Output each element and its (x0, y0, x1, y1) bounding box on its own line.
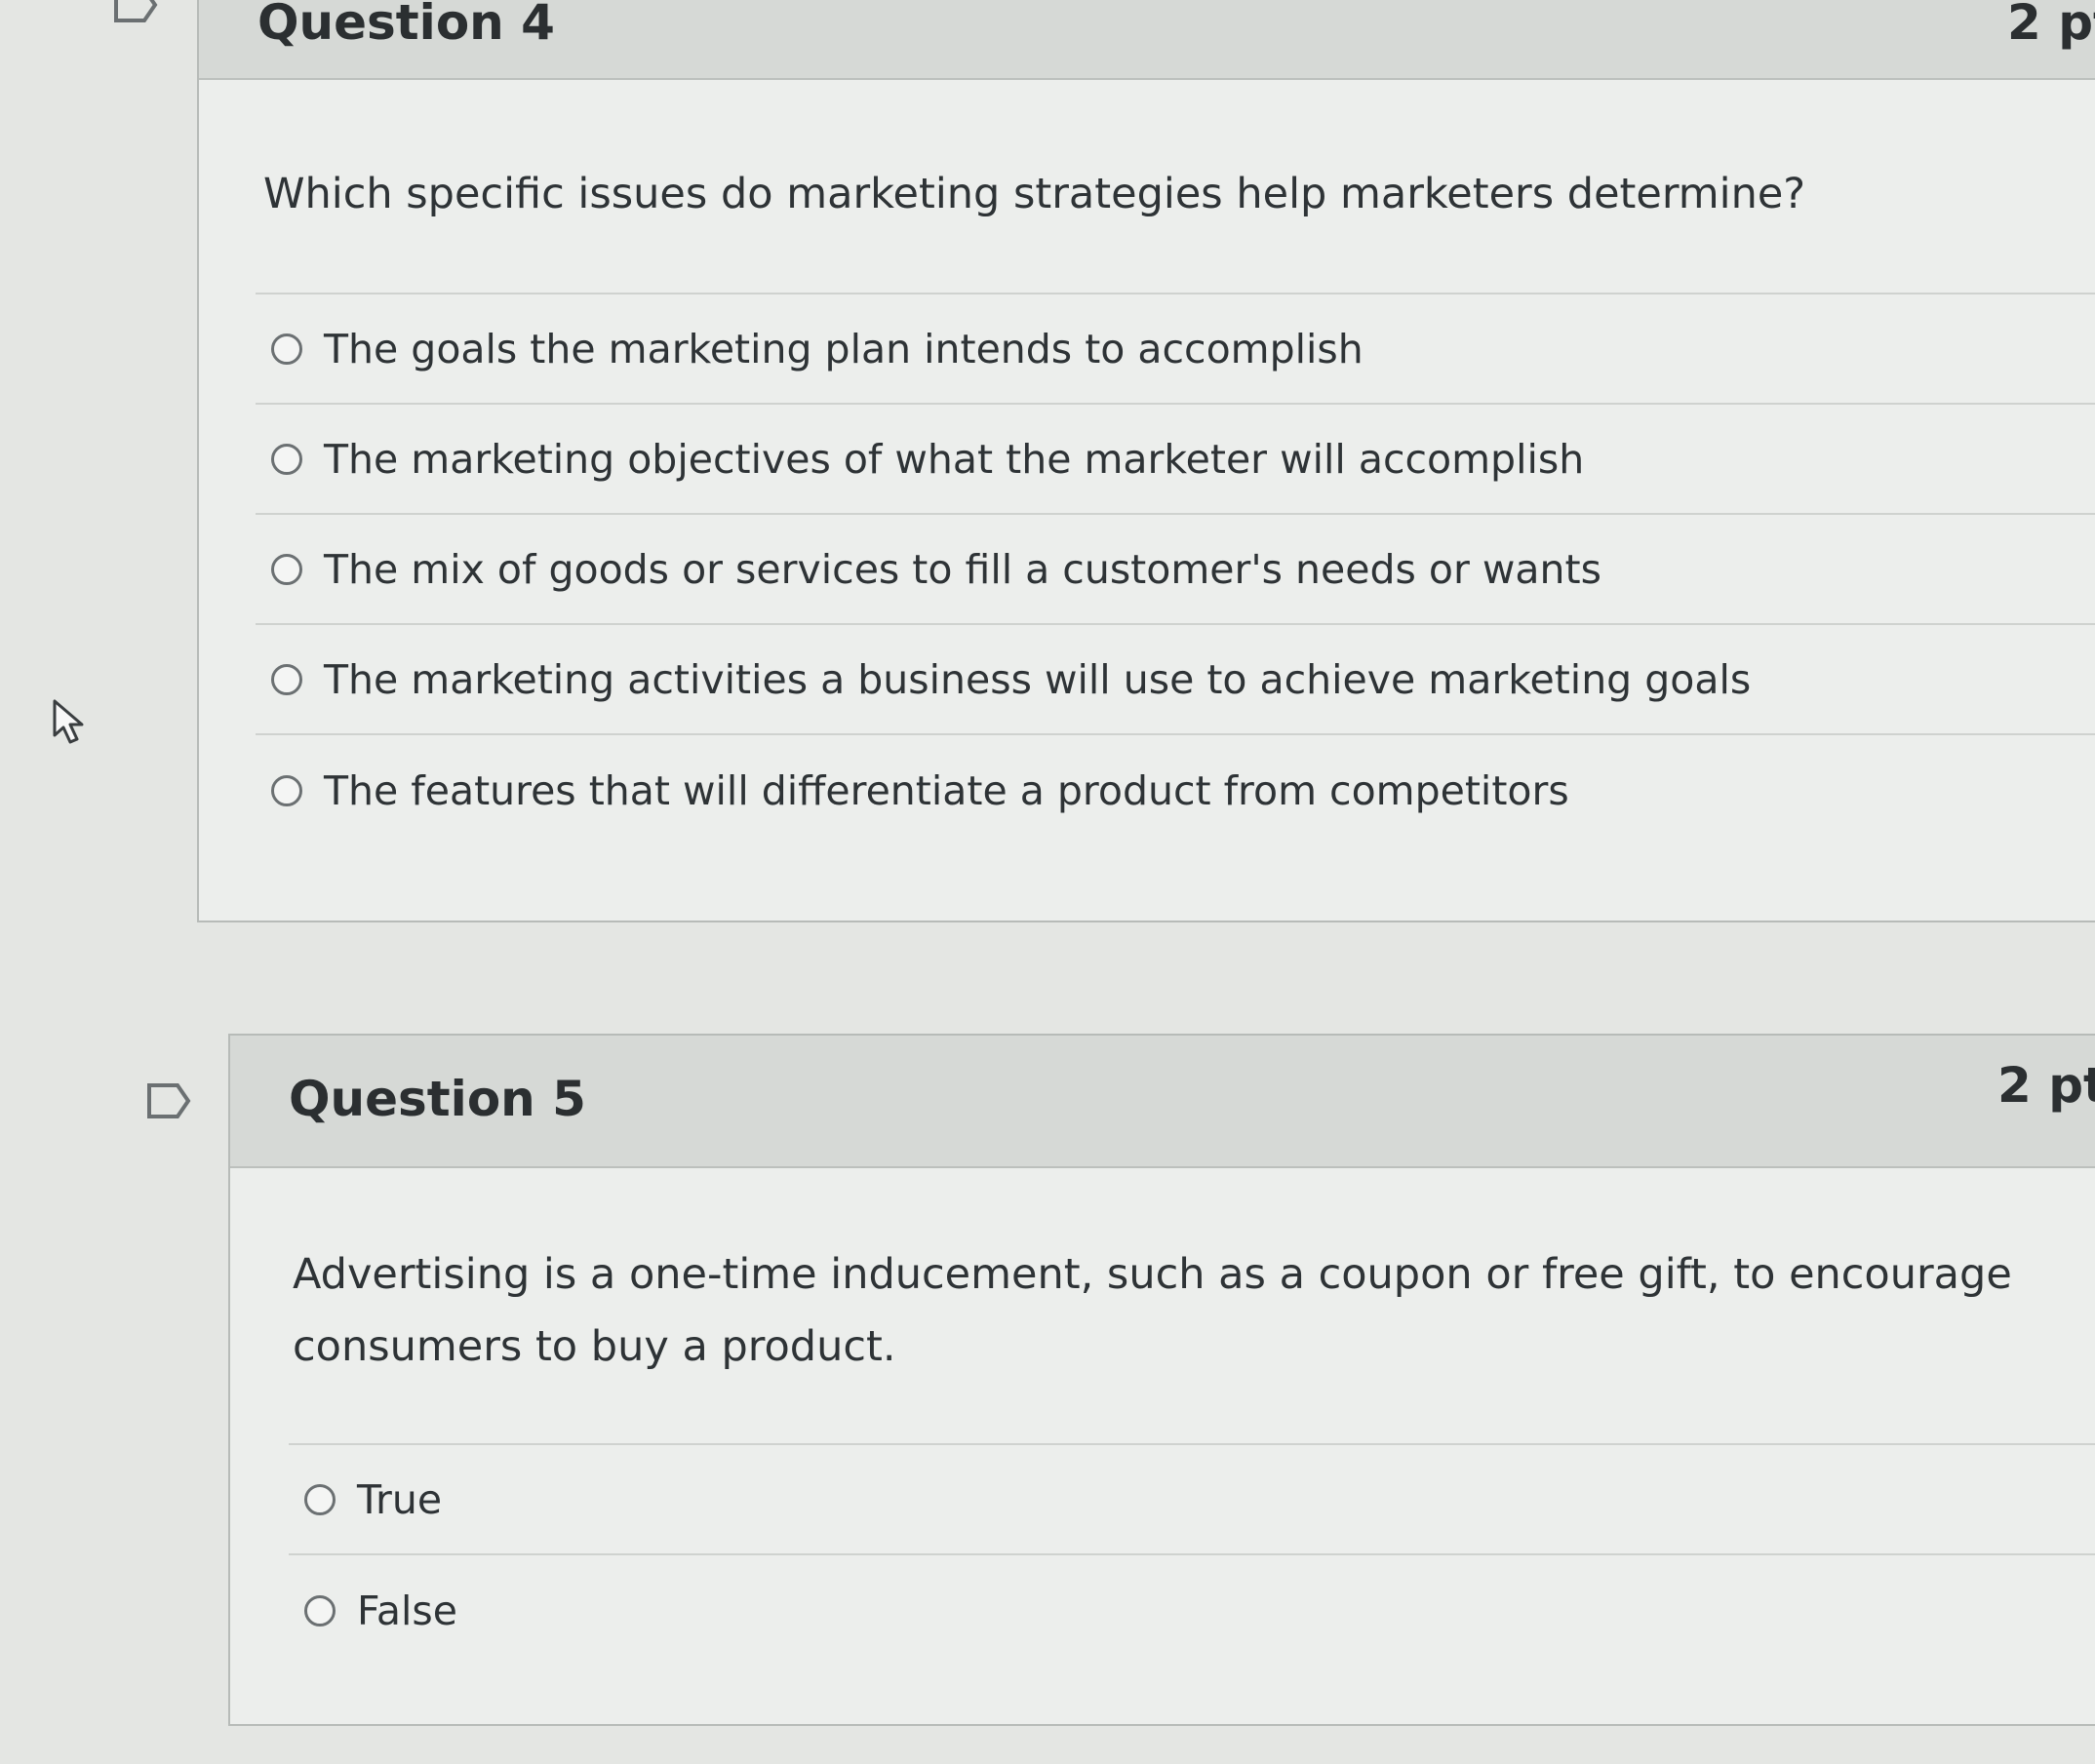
mouse-pointer-icon (51, 698, 88, 745)
answer-option[interactable]: False (289, 1555, 2095, 1666)
flag-question-5-icon[interactable] (146, 1082, 191, 1119)
answer-label: The marketing activities a business will… (324, 655, 1752, 703)
answer-label: The mix of goods or services to fill a c… (324, 545, 1601, 593)
radio-button[interactable] (271, 553, 302, 585)
question-5-prompt: Advertising is a one-time inducement, su… (293, 1250, 2012, 1371)
flag-icon (147, 1083, 191, 1118)
flag-question-4-icon[interactable] (113, 0, 158, 23)
answer-option[interactable]: The marketing activities a business will… (256, 625, 2095, 735)
answer-option[interactable]: True (289, 1445, 2095, 1555)
answer-label: True (357, 1475, 443, 1523)
question-4-header: Question 4 2 pts (199, 0, 2095, 80)
question-5: Question 5 2 pts Advertising is a one-ti… (228, 1034, 2095, 1726)
radio-button[interactable] (304, 1594, 336, 1627)
radio-button[interactable] (304, 1483, 336, 1515)
answer-option[interactable]: The marketing objectives of what the mar… (256, 405, 2095, 515)
answer-option[interactable]: The features that will differentiate a p… (256, 735, 2095, 845)
radio-button[interactable] (271, 333, 302, 365)
radio-button[interactable] (271, 663, 302, 695)
answer-label: False (357, 1587, 457, 1634)
flag-icon (114, 0, 158, 22)
radio-button[interactable] (271, 774, 302, 806)
question-4-answers: The goals the marketing plan intends to … (256, 293, 2095, 845)
question-4-prompt: Which specific issues do marketing strat… (263, 170, 1806, 218)
question-5-header: Question 5 2 pts (230, 1036, 2095, 1168)
radio-button[interactable] (271, 443, 302, 475)
answer-label: The goals the marketing plan intends to … (324, 325, 1364, 372)
answer-label: The marketing objectives of what the mar… (324, 435, 1585, 483)
question-5-points: 2 pts (1997, 1057, 2095, 1114)
question-5-answers: True False (289, 1443, 2095, 1666)
question-4-points: 2 pts (2007, 0, 2095, 51)
quiz-page: Question 4 2 pts Which specific issues d… (0, 0, 2095, 1764)
question-4: Question 4 2 pts Which specific issues d… (197, 0, 2095, 922)
question-5-title: Question 5 (289, 1071, 586, 1127)
answer-label: The features that will differentiate a p… (324, 766, 1569, 814)
answer-option[interactable]: The goals the marketing plan intends to … (256, 294, 2095, 405)
question-4-title: Question 4 (257, 0, 555, 51)
answer-option[interactable]: The mix of goods or services to fill a c… (256, 515, 2095, 625)
